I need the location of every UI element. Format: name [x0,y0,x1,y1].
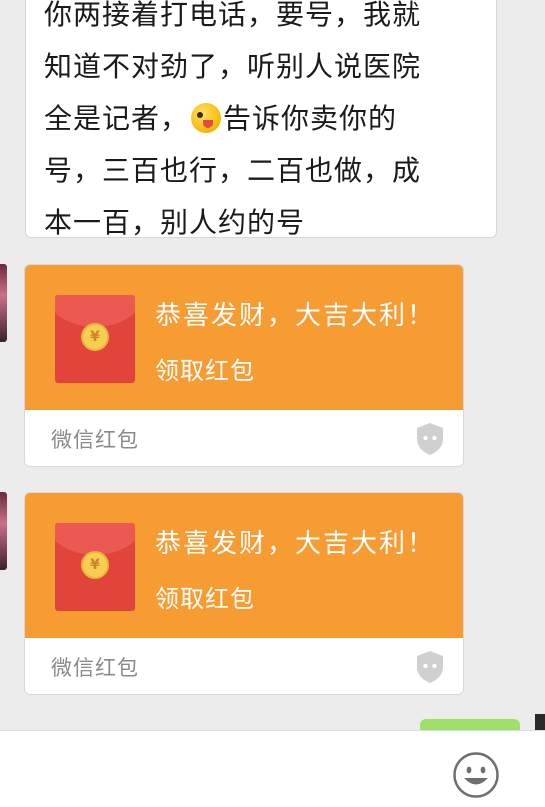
red-packet-banner[interactable]: ¥ 恭喜发财，大吉大利！ 领取红包 [25,493,463,638]
message-line: 全是记者， 告诉你卖你的 [44,102,398,135]
red-packet-banner[interactable]: ¥ 恭喜发财，大吉大利！ 领取红包 [25,265,463,410]
red-packet-message[interactable]: ¥ 恭喜发财，大吉大利！ 领取红包 微信红包 [24,492,464,695]
claim-red-packet-label[interactable]: 领取红包 [155,351,255,386]
claim-red-packet-label[interactable]: 领取红包 [155,579,255,614]
red-packet-message[interactable]: ¥ 恭喜发财，大吉大利！ 领取红包 微信红包 [24,264,464,467]
red-packet-footer: 微信红包 [25,638,463,694]
tongue-wink-emoji-icon [191,103,222,133]
message-line: 本一百，别人约的号 [44,206,306,239]
message-line: 号，三百也行，二百也做，成 [44,154,422,187]
received-text-message[interactable]: 你两接着打电话，要号，我就 知道不对劲了，听别人说医院 全是记者， 告诉你卖你的 … [25,0,497,239]
sender-avatar[interactable] [0,492,7,570]
red-packet-greeting: 恭喜发财，大吉大利！ [155,301,436,331]
message-line: 知道不对劲了，听别人说医院 [44,50,422,83]
smiley-face-icon[interactable] [452,751,500,799]
wechat-red-packet-label: 微信红包 [51,656,139,680]
sender-avatar[interactable] [0,264,7,342]
message-line: 你两接着打电话，要号，我就 [44,0,422,31]
wechat-red-packet-label: 微信红包 [51,428,139,452]
red-envelope-icon: ¥ [55,523,135,611]
shield-icon [417,651,443,683]
red-packet-greeting: 恭喜发财，大吉大利！ [155,529,436,559]
shield-icon [417,423,443,455]
yuan-coin-icon: ¥ [81,323,109,351]
chat-input-bar[interactable] [0,730,545,807]
red-envelope-icon: ¥ [55,295,135,383]
message-text: 你两接着打电话，要号，我就 知道不对劲了，听别人说医院 全是记者， 告诉你卖你的 … [44,0,484,249]
red-packet-footer: 微信红包 [25,410,463,466]
yuan-coin-icon: ¥ [81,551,109,579]
